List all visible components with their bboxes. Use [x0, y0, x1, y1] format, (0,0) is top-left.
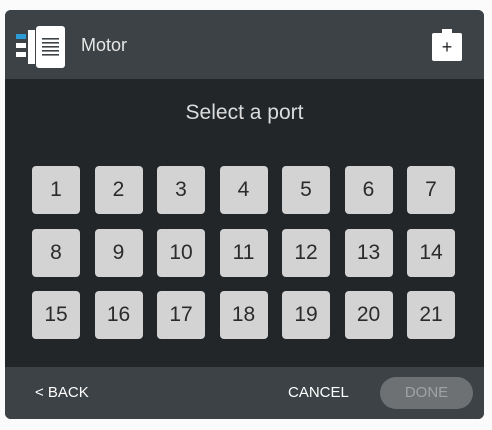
- port-button-1[interactable]: 1: [32, 166, 80, 214]
- battery-plus-symbol: +: [442, 37, 453, 57]
- port-button-6[interactable]: 6: [344, 166, 393, 214]
- port-select-dialog: Motor + Select a port 1 2 3 4 5 6 7 8 9 10 11 12 13 1…: [5, 10, 484, 419]
- motor-icon: [16, 26, 65, 68]
- cancel-button[interactable]: CANCEL: [288, 367, 349, 419]
- port-button-13[interactable]: 13: [344, 228, 393, 277]
- port-grid: 1 2 3 4 5 6 7 8 9 10 11 12 13 14 15 16 17 18 19 20 21: [32, 166, 455, 339]
- port-button-9[interactable]: 9: [94, 228, 143, 277]
- port-button-10[interactable]: 10: [157, 228, 205, 277]
- prompt-text: Select a port: [185, 101, 304, 124]
- port-button-21[interactable]: 21: [407, 291, 455, 339]
- dialog-footer: < BACK CANCEL DONE: [5, 367, 484, 419]
- port-button-15[interactable]: 15: [32, 291, 80, 339]
- port-button-2[interactable]: 2: [94, 166, 143, 214]
- done-button[interactable]: DONE: [380, 377, 473, 409]
- battery-plus-icon[interactable]: +: [430, 28, 464, 62]
- port-button-12[interactable]: 12: [282, 228, 330, 277]
- dialog-header: Motor +: [5, 10, 484, 79]
- port-button-8[interactable]: 8: [32, 228, 80, 277]
- port-button-18[interactable]: 18: [219, 291, 268, 339]
- port-button-5[interactable]: 5: [282, 166, 330, 214]
- port-button-19[interactable]: 19: [282, 291, 330, 339]
- port-button-16[interactable]: 16: [94, 291, 143, 339]
- port-button-4[interactable]: 4: [219, 166, 268, 214]
- port-button-11[interactable]: 11: [219, 228, 268, 277]
- port-button-20[interactable]: 20: [344, 291, 393, 339]
- port-button-14[interactable]: 14: [407, 228, 455, 277]
- port-button-17[interactable]: 17: [157, 291, 205, 339]
- dialog-title: Motor: [81, 35, 128, 55]
- port-button-3[interactable]: 3: [157, 166, 205, 214]
- back-button[interactable]: < BACK: [35, 367, 89, 419]
- port-button-7[interactable]: 7: [407, 166, 455, 214]
